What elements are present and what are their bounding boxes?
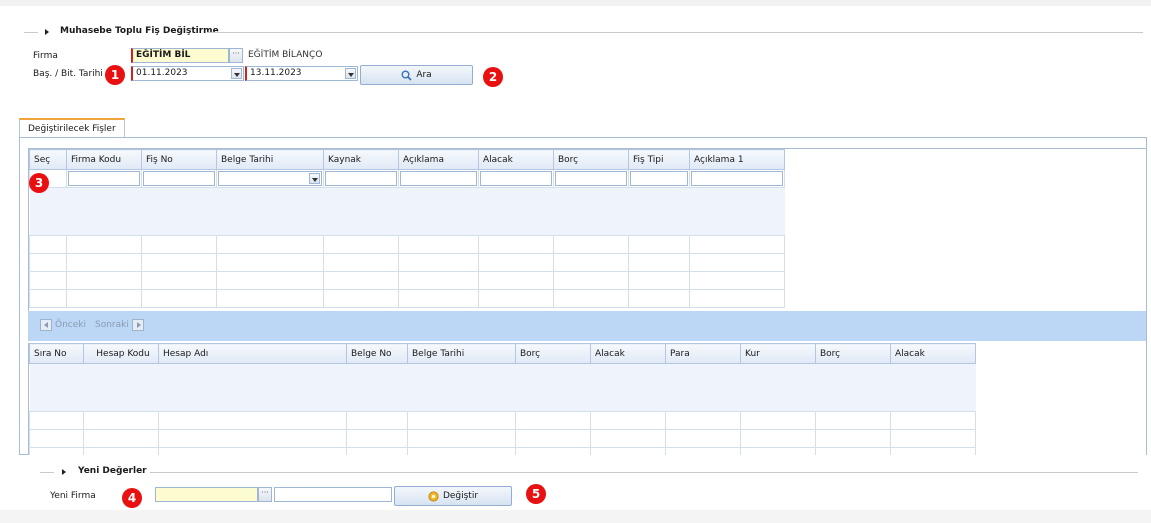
col-para[interactable]: Para (665, 343, 741, 364)
filter-firma-kodu[interactable] (68, 171, 140, 186)
search-button[interactable]: Ara (360, 65, 473, 85)
filter-borc[interactable] (555, 171, 627, 186)
chevron-right-icon (131, 319, 144, 331)
next-label: Sonraki (95, 320, 129, 330)
search-button-label: Ara (416, 70, 432, 80)
filter-aciklama[interactable] (400, 171, 477, 186)
section2-line-left (40, 472, 54, 473)
col-fis-tipi[interactable]: Fiş Tipi (628, 149, 690, 170)
filter-row (29, 169, 785, 188)
filter-belge-tarihi[interactable] (218, 171, 322, 186)
col-alacak-3[interactable]: Alacak (890, 343, 976, 364)
end-date-value: 13.11.2023 (250, 68, 302, 78)
section-title: Muhasebe Toplu Fiş Değiştirme (60, 26, 219, 36)
table-row (29, 187, 785, 236)
col-kaynak[interactable]: Kaynak (323, 149, 399, 170)
chevron-left-icon (40, 319, 52, 331)
col-aciklama-1[interactable]: Açıklama 1 (689, 149, 785, 170)
end-date-input[interactable]: 13.11.2023 (245, 66, 358, 81)
col-aciklama[interactable]: Açıklama (398, 149, 479, 170)
table-row[interactable] (29, 411, 976, 430)
table-row[interactable] (29, 289, 785, 308)
table-row[interactable] (29, 429, 976, 448)
table-row[interactable] (29, 271, 785, 290)
filter-date-dropdown-icon[interactable] (309, 173, 320, 184)
col-borc-2[interactable]: Borç (515, 343, 591, 364)
table-row[interactable] (29, 253, 785, 272)
gear-icon (428, 490, 439, 502)
col-sira-no[interactable]: Sıra No (29, 343, 84, 364)
yeni-firma-code-input[interactable] (155, 487, 258, 502)
yeni-firma-lookup-button[interactable]: ··· (258, 487, 272, 502)
col-firma-kodu[interactable]: Firma Kodu (66, 149, 142, 170)
prev-label: Önceki (55, 320, 86, 330)
firma-code-input[interactable]: EĞİTİM BİL (131, 48, 229, 63)
filter-kaynak[interactable] (325, 171, 397, 186)
change-button-label: Değiştir (442, 491, 479, 501)
collapse-arrow-icon-2[interactable] (62, 469, 66, 475)
filter-fis-tipi[interactable] (630, 171, 688, 186)
section-line-right (207, 32, 1143, 33)
section2-title: Yeni Değerler (78, 466, 147, 476)
start-date-input[interactable]: 01.11.2023 (131, 66, 244, 81)
section2-line-right (150, 472, 1138, 473)
col-alacak-2[interactable]: Alacak (590, 343, 666, 364)
collapse-arrow-icon[interactable] (45, 29, 49, 35)
firma-lookup-button[interactable]: ··· (229, 48, 243, 63)
firma-label: Firma (33, 51, 58, 61)
section-line-left (24, 32, 38, 33)
badge-5: 5 (526, 484, 546, 504)
col-kur[interactable]: Kur (740, 343, 816, 364)
next-button[interactable]: Sonraki (95, 319, 144, 331)
bottom-strip (0, 510, 1151, 523)
badge-3: 3 (29, 173, 49, 193)
change-button[interactable]: Değiştir (394, 486, 512, 506)
firma-name-text: EĞİTİM BİLANÇO (248, 50, 323, 60)
grid1-container: Seç Firma Kodu Fiş No Belge Tarihi Kayna… (28, 148, 1146, 311)
ellipsis-icon: ··· (261, 488, 269, 497)
col-sec[interactable]: Seç (29, 149, 67, 170)
yeni-firma-label: Yeni Firma (50, 491, 96, 501)
filter-fis-no[interactable] (143, 171, 215, 186)
col-borc-3[interactable]: Borç (815, 343, 891, 364)
filter-alacak[interactable] (480, 171, 552, 186)
end-date-dropdown-icon[interactable] (345, 68, 356, 79)
col-belge-tarihi[interactable]: Belge Tarihi (216, 149, 324, 170)
grid2-container: Sıra No Hesap Kodu Hesap Adı Belge No Be… (28, 343, 1146, 455)
badge-2: 2 (483, 67, 503, 87)
tab-degistirilecek-fisler[interactable]: Değiştirilecek Fişler (19, 118, 125, 138)
table-row[interactable] (29, 235, 785, 254)
col-hesap-kodu[interactable]: Hesap Kodu (83, 343, 159, 364)
prev-button[interactable]: Önceki (40, 319, 86, 331)
yeni-firma-name-input[interactable] (274, 487, 392, 502)
table-row[interactable] (29, 447, 976, 455)
date-label: Baş. / Bit. Tarihi (33, 69, 103, 79)
badge-4: 4 (122, 488, 142, 508)
main-panel: Seç Firma Kodu Fiş No Belge Tarihi Kayna… (19, 137, 1147, 455)
badge-1: 1 (105, 65, 125, 85)
col-belge-tarihi-2[interactable]: Belge Tarihi (407, 343, 516, 364)
pager-bar: Önceki Sonraki (28, 311, 1146, 341)
filter-aciklama-1[interactable] (691, 171, 783, 186)
fisler-grid: Seç Firma Kodu Fiş No Belge Tarihi Kayna… (29, 149, 785, 308)
magnifier-icon (401, 70, 412, 81)
col-alacak[interactable]: Alacak (478, 149, 554, 170)
col-borc[interactable]: Borç (553, 149, 629, 170)
start-date-value: 01.11.2023 (136, 68, 188, 78)
detay-grid: Sıra No Hesap Kodu Hesap Adı Belge No Be… (29, 343, 976, 455)
col-belge-no[interactable]: Belge No (346, 343, 408, 364)
col-fis-no[interactable]: Fiş No (141, 149, 217, 170)
ellipsis-icon: ··· (232, 49, 240, 58)
start-date-dropdown-icon[interactable] (231, 68, 242, 79)
col-hesap-adi[interactable]: Hesap Adı (158, 343, 347, 364)
top-strip (0, 0, 1151, 6)
table-row (29, 363, 976, 412)
